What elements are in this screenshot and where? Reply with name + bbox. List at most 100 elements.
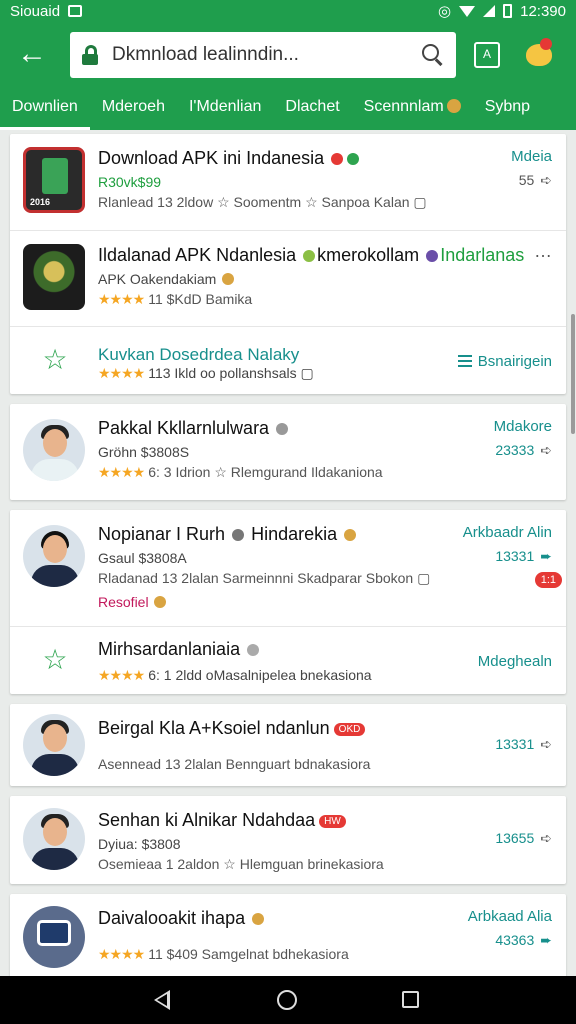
title-text: Download APK ini Indanesia [98,148,325,168]
share-icon[interactable]: ➪ [540,736,552,753]
tab-sybnp[interactable]: Sybnp [473,88,542,130]
emoji-icon [344,529,357,541]
action-text: Bsnairigein [477,353,552,370]
signal-icon [483,5,496,17]
list-item[interactable]: Daivalooakit ihapa ★★★★ 11 $409 Samgelnat… [10,894,566,984]
app-meta: Osemieaa 1 2aldon ☆ Hlemguan brinekasior… [98,856,384,872]
count-text: 23333 [495,442,535,458]
app-category: Mdakore [493,418,552,435]
app-title: Nopianar I Rurh Hindarekia [98,524,358,545]
search-input[interactable] [112,44,422,66]
count-text: 43363 [495,932,535,948]
section-action[interactable]: Mdeghealn [478,653,552,670]
file-icon: ▢ [413,194,427,210]
meta-text: Rladanad 13 2lalan Sarmeinnni Skadparar … [98,570,414,586]
list-item[interactable]: Beirgal Kla A+Ksoiel ndanlun OKD Asennead… [10,704,566,786]
share-icon[interactable]: ➪ [540,172,552,189]
list-item[interactable]: ☆ Kuvkan Dosedrdea Nalaky ★★★★ 113 Ikld o… [10,326,566,394]
app-count: 23333 ➪ [495,442,552,459]
list-card: Beirgal Kla A+Ksoiel ndanlun OKD Asennead… [10,704,566,786]
nav-back-icon[interactable] [154,990,170,1010]
profile-icon[interactable] [524,38,552,66]
app-meta: ★★★★ 6: 1 2ldd oMasalnipelea bnekasiona [98,667,372,684]
app-price: Gröhn $3808S [98,444,189,460]
apk-icon[interactable]: A [474,42,500,68]
list-card: Pakkal Kkllarnlulwara Gröhn $3808S ★★★★ 6… [10,404,566,500]
app-count: 13331 ➪ [495,736,552,753]
clock: 12:390 [520,2,566,20]
title-badge: HW [319,815,346,828]
avatar [23,419,85,481]
tab-scennnlam[interactable]: Scennnlam [352,88,473,130]
more-menu-icon[interactable]: … [534,241,552,262]
app-meta: Rladanad 13 2lalan Sarmeinnni Skadparar … [98,570,430,587]
verified-icon [247,644,260,656]
avatar [23,525,85,587]
app-meta: ★★★★ 11 $KdD Bamika [98,291,252,308]
share-icon[interactable]: ➪ [540,830,552,847]
rating-stars-icon: ★★★★ [98,464,145,480]
app-thumbnail [23,906,85,968]
app-count: 55 ➪ [519,172,552,189]
title-text: Ildalanad APK Ndanlesia [98,245,297,265]
title-extra-link: Indarlanas [440,245,525,265]
meta-text: 6: 1 2ldd oMasalnipelea bnekasiona [148,667,372,683]
share-icon[interactable]: ➨ [540,932,552,949]
avatar-face [43,818,67,846]
category-tabs: Downlien Mderoeh I'Mdenlian Dlachet Scen… [0,88,576,130]
list-item[interactable]: Pakkal Kkllarnlulwara Gröhn $3808S ★★★★ 6… [10,404,566,500]
wifi-icon [459,5,476,17]
app-count: 43363 ➨ [495,932,552,949]
back-arrow-icon[interactable]: ← [14,39,50,70]
tab-downlien[interactable]: Downlien [0,88,90,130]
title-text: Senhan ki Alnikar Ndahdaa [98,810,316,830]
scrollbar[interactable] [571,314,575,434]
emoji-icon [446,99,461,113]
tab-dlachet[interactable]: Dlachet [273,88,351,130]
count-text: 13331 [495,548,535,564]
meta-text: 11 $409 Samgelnat bdhekasiora [148,946,349,962]
list-card: 2016 Download APK ini Indanesia R30vk$99… [10,134,566,394]
lock-icon [82,45,98,65]
count-text: 13655 [495,830,535,846]
emoji-icon [252,913,265,925]
meta-text: 113 Ikld oo pollanshsals [148,365,297,381]
subtitle-text: APK Oakendakiam [98,271,217,287]
tab-mdenlian[interactable]: I'Mdenlian [177,88,273,130]
section-link: Kuvkan Dosedrdea Nalaky [98,345,300,364]
section-action[interactable]: Bsnairigein [457,353,552,370]
status-badge: 1:1 [534,572,562,588]
star-icon: ☆ [42,344,68,375]
count-text: 13331 [495,736,535,752]
green-dot-icon [347,153,360,165]
app-title: Senhan ki Alnikar Ndahdaa HW [98,810,346,831]
share-icon[interactable]: ➪ [540,442,552,459]
list-item[interactable]: Ildalanad APK Ndanlesia kmerokollam Inda… [10,230,566,326]
count-text: 55 [518,172,535,188]
app-subtitle: APK Oakendakiam [98,271,236,287]
nav-recents-icon[interactable] [402,991,419,1008]
system-nav-bar [0,976,576,1024]
list-item[interactable]: 2016 Download APK ini Indanesia R30vk$99… [10,134,566,230]
avatar [23,714,85,776]
search-icon[interactable] [422,44,444,66]
title-badge: OKD [333,723,366,736]
list-item[interactable]: ☆ Mirhsardanlaniaia ★★★★ 6: 1 2ldd oMasal… [10,626,566,694]
app-thumbnail: 2016 [23,147,85,213]
notification-badge [540,38,552,50]
search-box[interactable] [70,32,456,78]
list-item[interactable]: Nopianar I Rurh Hindarekia Gsaul $3808A … [10,510,566,626]
share-icon[interactable]: ➨ [540,548,552,565]
tab-mderoeh[interactable]: Mderoeh [90,88,177,130]
game-art-icon [29,250,79,304]
list-item[interactable]: Senhan ki Alnikar Ndahdaa HW Dyiua: $3808… [10,796,566,884]
app-meta: Asennead 13 2lalan Bennguart bdnakasiora [98,756,371,772]
list-card: Nopianar I Rurh Hindarekia Gsaul $3808A … [10,510,566,694]
title-text: Nopianar I Rurh [98,524,226,544]
title-text: Beirgal Kla A+Ksoiel ndanlun [98,718,330,738]
title-text: Pakkal Kkllarnlulwara [98,418,270,438]
avatar-face [43,724,67,752]
list-icon [457,355,472,367]
purple-dot-icon [426,250,439,262]
nav-home-icon[interactable] [277,990,297,1010]
